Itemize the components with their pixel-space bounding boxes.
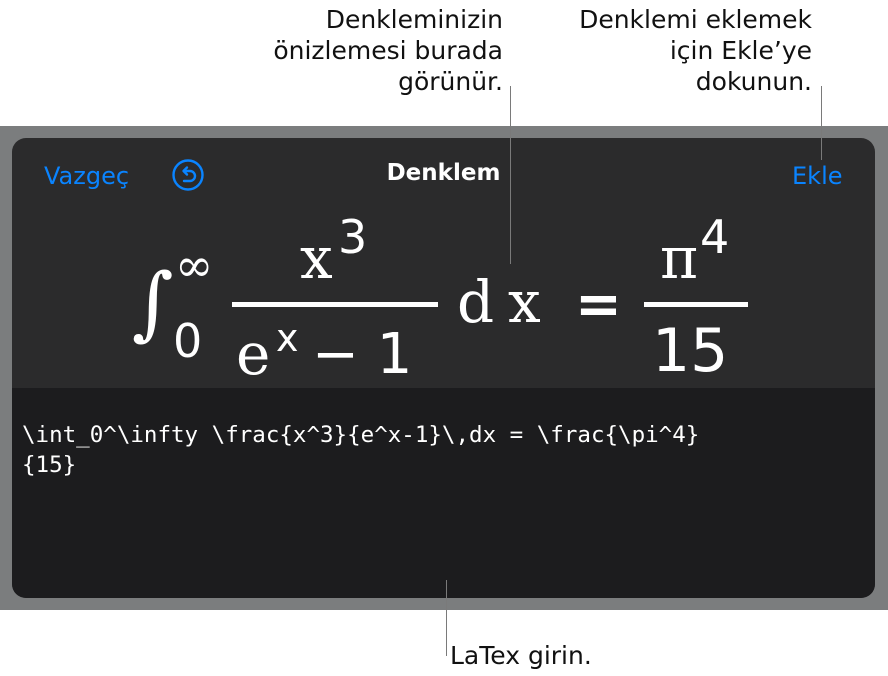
- fraction-bar-left: [232, 302, 438, 307]
- lower-limit: 0: [173, 314, 203, 368]
- insert-callout: Denklemi eklemek için Ekle’ye dokunun.: [579, 5, 812, 96]
- equals-sign: =: [575, 272, 622, 337]
- numerator-base: x: [300, 224, 333, 292]
- upper-limit: ∞: [175, 238, 214, 292]
- latex-input[interactable]: \int_0^\infty \frac{x^3}{e^x-1}\,dx = \f…: [22, 420, 862, 480]
- latex-leader-line: [446, 580, 447, 656]
- insert-leader-line: [821, 86, 822, 160]
- preview-callout: Denkleminizin önizlemesi burada görünür.: [273, 5, 503, 96]
- numerator-exponent: 3: [338, 210, 368, 264]
- integral-sign: ∫: [132, 256, 174, 349]
- equation-panel: Vazgeç Denklem Ekle ∫ ∞ 0 x 3 e x − 1 d …: [12, 138, 875, 598]
- panel-title: Denklem: [386, 160, 501, 186]
- fraction-bar-right: [644, 302, 748, 307]
- differential-x: x: [508, 268, 541, 336]
- rhs-numerator-exponent: 4: [700, 210, 730, 264]
- rhs-denominator: 15: [652, 316, 729, 386]
- insert-button[interactable]: Ekle: [792, 162, 843, 190]
- latex-callout: LaTex girin.: [450, 641, 592, 670]
- preview-leader-line: [510, 86, 511, 264]
- denominator-rest: − 1: [312, 322, 413, 387]
- differential-d: d: [457, 268, 495, 336]
- rhs-numerator-base: π: [660, 224, 699, 292]
- denominator-exponent: x: [276, 316, 299, 360]
- denominator-base: e: [236, 320, 271, 388]
